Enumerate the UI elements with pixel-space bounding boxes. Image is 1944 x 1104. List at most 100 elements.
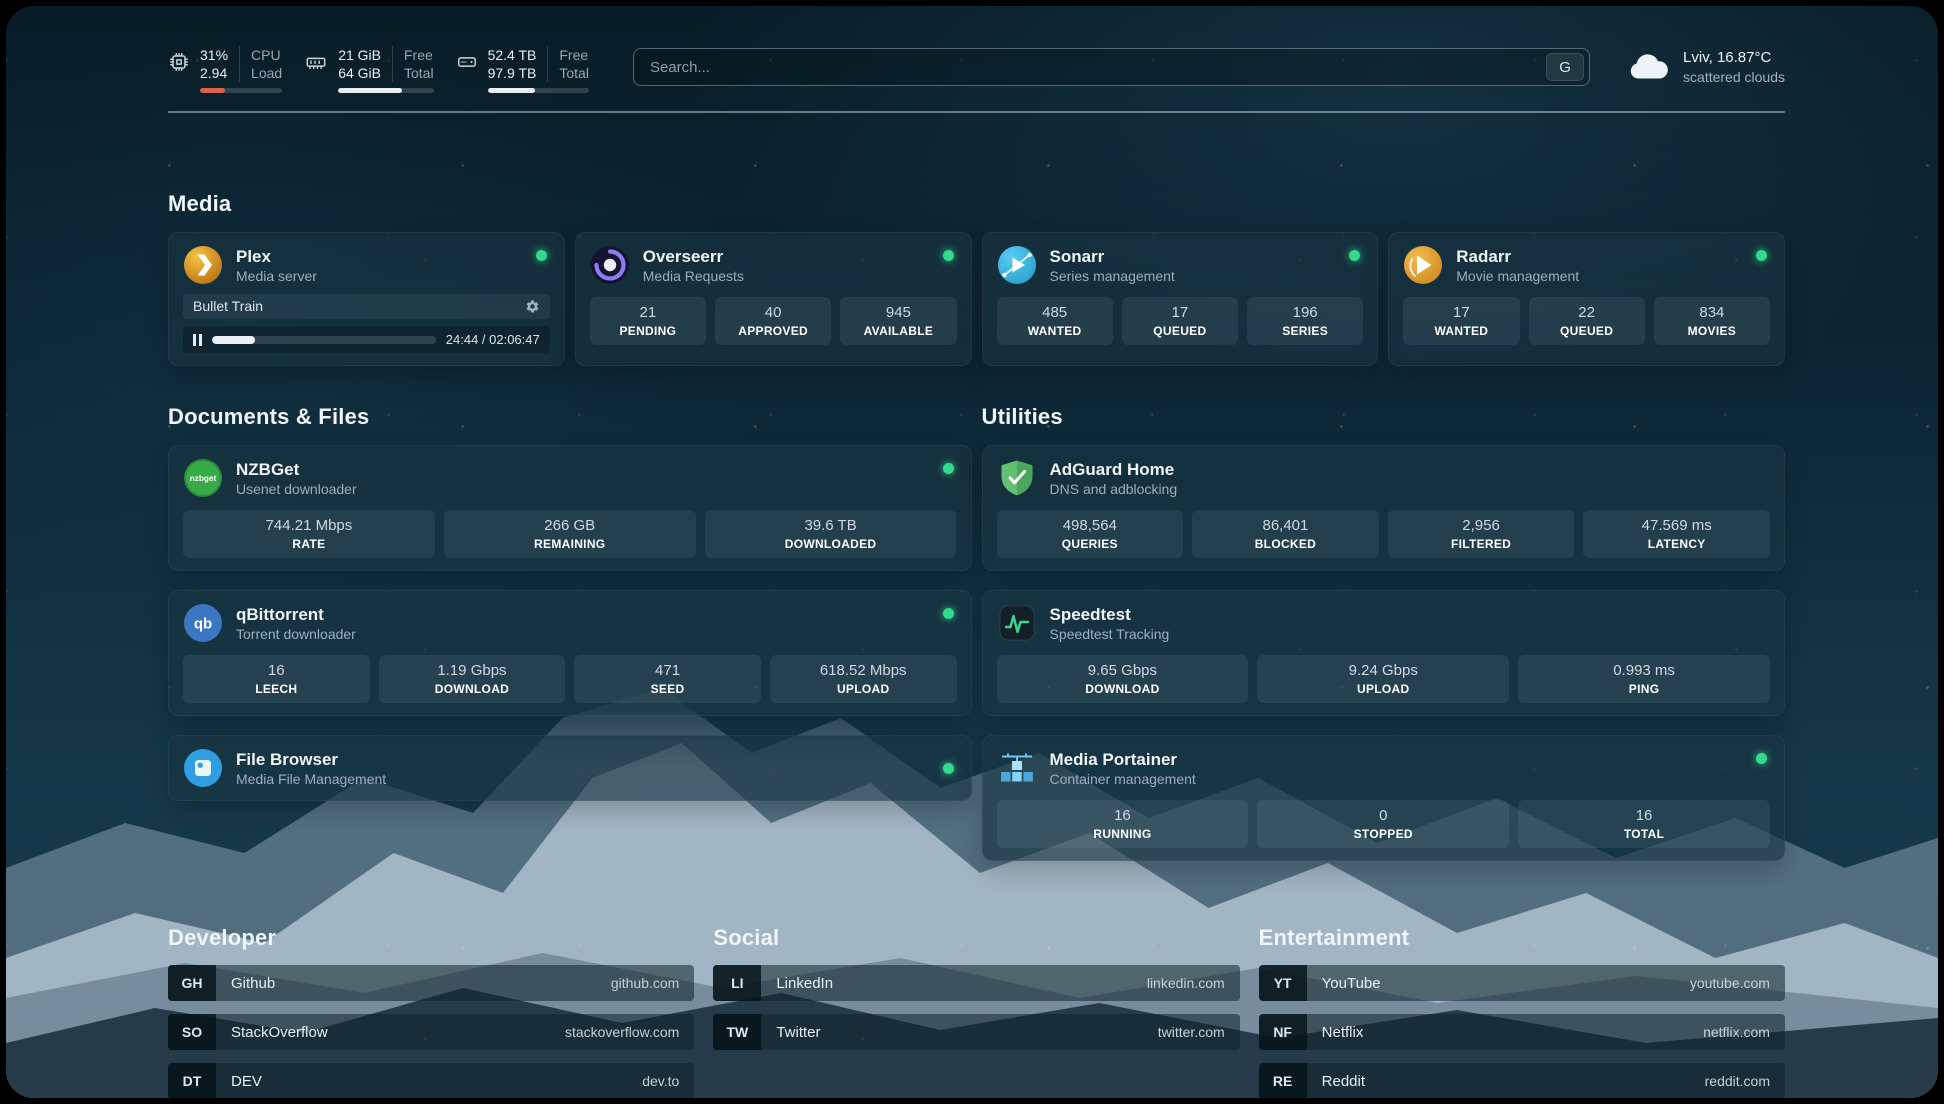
- ram-widget: 21 GiB 64 GiB Free Total: [304, 46, 433, 93]
- cpu-widget: 31% 2.94 CPU Load: [168, 46, 282, 93]
- bookmark-reddit[interactable]: RE Reddit reddit.com: [1259, 1063, 1785, 1098]
- cpu-label: CPU: [251, 46, 282, 64]
- bookmark-name: Twitter: [776, 1024, 820, 1041]
- bookmark-twitter[interactable]: TW Twitter twitter.com: [713, 1014, 1239, 1050]
- app-card-nzbget[interactable]: nzbget NZBGet Usenet downloader 744.21 M…: [168, 445, 972, 571]
- qbittorrent-icon: qb: [183, 603, 223, 643]
- bookmark-url: reddit.com: [1705, 1073, 1770, 1089]
- stat-label: QUERIES: [1001, 537, 1180, 551]
- bookmark-github[interactable]: GH Github github.com: [168, 965, 694, 1001]
- stat-value: 1.19 Gbps: [383, 662, 562, 680]
- app-name: AdGuard Home: [1050, 459, 1178, 480]
- section-title-media: Media: [168, 191, 1785, 217]
- weather-condition: scattered clouds: [1683, 68, 1785, 86]
- stat-value: 22: [1533, 304, 1641, 322]
- stat-box: 2,956 FILTERED: [1388, 510, 1575, 558]
- cpu-icon: [168, 51, 190, 93]
- stat-value: 16: [1001, 807, 1245, 825]
- now-playing-title: Bullet Train: [193, 297, 263, 316]
- stat-value: 945: [844, 304, 952, 322]
- app-card-plex[interactable]: Plex Media server Bullet Train 24:44 /: [168, 232, 565, 366]
- pause-icon[interactable]: [193, 334, 202, 346]
- app-subtitle: Container management: [1050, 770, 1196, 788]
- stat-label: PENDING: [594, 324, 702, 338]
- disk-free-label: Free: [559, 46, 589, 64]
- bookmark-name: DEV: [231, 1073, 262, 1090]
- bookmark-url: dev.to: [642, 1073, 679, 1089]
- stat-box: 16 LEECH: [183, 655, 370, 703]
- bookmark-stackoverflow[interactable]: SO StackOverflow stackoverflow.com: [168, 1014, 694, 1050]
- bookmark-url: github.com: [611, 975, 679, 991]
- app-card-speedtest[interactable]: Speedtest Speedtest Tracking 9.65 Gbps D…: [982, 590, 1786, 716]
- adguard-shield-icon: [997, 458, 1037, 498]
- bookmark-dev[interactable]: DT DEV dev.to: [168, 1063, 694, 1098]
- bookmark-netflix[interactable]: NF Netflix netflix.com: [1259, 1014, 1785, 1050]
- bookmark-url: stackoverflow.com: [565, 1024, 679, 1040]
- app-name: File Browser: [236, 749, 386, 770]
- search-engine-button[interactable]: G: [1546, 53, 1584, 81]
- bookmark-abbr: GH: [168, 965, 216, 1001]
- bookmark-url: youtube.com: [1690, 975, 1770, 991]
- bookmark-youtube[interactable]: YT YouTube youtube.com: [1259, 965, 1785, 1001]
- playback-time: 24:44 / 02:06:47: [446, 332, 540, 347]
- stat-label: DOWNLOADED: [709, 537, 953, 551]
- stat-value: 498,564: [1001, 517, 1180, 535]
- app-card-sonarr[interactable]: Sonarr Series management 485 WANTED 17 Q…: [982, 232, 1379, 366]
- stat-value: 266 GB: [448, 517, 692, 535]
- app-card-adguard[interactable]: AdGuard Home DNS and adblocking 498,564 …: [982, 445, 1786, 571]
- stat-label: AVAILABLE: [844, 324, 952, 338]
- app-card-radarr[interactable]: Radarr Movie management 17 WANTED 22 QUE…: [1388, 232, 1785, 366]
- stat-box: 17 QUEUED: [1122, 297, 1238, 345]
- bookmark-abbr: NF: [1259, 1014, 1307, 1050]
- overseerr-icon: [590, 245, 630, 285]
- section-title-utilities: Utilities: [982, 404, 1786, 430]
- bookmark-name: Netflix: [1322, 1024, 1364, 1041]
- nzbget-icon-text: nzbget: [190, 474, 217, 483]
- status-dot: [943, 763, 954, 774]
- stat-label: RATE: [187, 537, 431, 551]
- search-input[interactable]: [650, 59, 1546, 76]
- cloud-icon: [1626, 52, 1670, 83]
- stat-label: LEECH: [187, 682, 366, 696]
- app-card-portainer[interactable]: Media Portainer Container management 16 …: [982, 735, 1786, 861]
- stat-box: 9.24 Gbps UPLOAD: [1257, 655, 1509, 703]
- stat-value: 618.52 Mbps: [774, 662, 953, 680]
- section-media: Media Plex Media server Bullet T: [168, 191, 1785, 366]
- stat-box: 86,401 BLOCKED: [1192, 510, 1379, 558]
- section-developer: Developer GH Github github.com SO StackO…: [168, 925, 694, 1098]
- bookmark-name: YouTube: [1322, 975, 1381, 992]
- search-bar[interactable]: G: [633, 48, 1590, 86]
- bookmark-url: netflix.com: [1703, 1024, 1770, 1040]
- stat-box: 16 RUNNING: [997, 800, 1249, 848]
- bookmark-name: Reddit: [1322, 1073, 1365, 1090]
- stat-box: 0.993 ms PING: [1518, 655, 1770, 703]
- stat-label: WANTED: [1001, 324, 1109, 338]
- stat-box: 17 WANTED: [1403, 297, 1519, 345]
- weather-widget: Lviv, 16.87°C scattered clouds: [1626, 48, 1785, 86]
- app-subtitle: Media server: [236, 267, 317, 285]
- disk-free-value: 52.4 TB: [488, 46, 537, 64]
- bookmark-abbr: LI: [713, 965, 761, 1001]
- app-name: Plex: [236, 246, 317, 267]
- app-name: Sonarr: [1050, 246, 1175, 267]
- section-title-developer: Developer: [168, 925, 694, 951]
- top-bar: 31% 2.94 CPU Load: [168, 46, 1785, 93]
- stat-box: 618.52 Mbps UPLOAD: [770, 655, 957, 703]
- app-card-overseerr[interactable]: Overseerr Media Requests 21 PENDING 40 A…: [575, 232, 972, 366]
- gear-icon[interactable]: [525, 299, 540, 314]
- stat-value: 2,956: [1392, 517, 1571, 535]
- status-dot: [943, 250, 954, 261]
- stat-box: 22 QUEUED: [1529, 297, 1645, 345]
- plex-icon: [183, 245, 223, 285]
- stat-value: 9.65 Gbps: [1001, 662, 1245, 680]
- stat-label: STOPPED: [1261, 827, 1505, 841]
- app-subtitle: Speedtest Tracking: [1050, 625, 1170, 643]
- app-card-filebrowser[interactable]: File Browser Media File Management: [168, 735, 972, 801]
- stat-box: 945 AVAILABLE: [840, 297, 956, 345]
- bookmark-linkedin[interactable]: LI LinkedIn linkedin.com: [713, 965, 1239, 1001]
- app-subtitle: DNS and adblocking: [1050, 480, 1178, 498]
- stat-value: 47.569 ms: [1587, 517, 1766, 535]
- bookmark-url: linkedin.com: [1147, 975, 1225, 991]
- stat-label: UPLOAD: [1261, 682, 1505, 696]
- app-card-qbittorrent[interactable]: qb qBittorrent Torrent downloader 16 LEE…: [168, 590, 972, 716]
